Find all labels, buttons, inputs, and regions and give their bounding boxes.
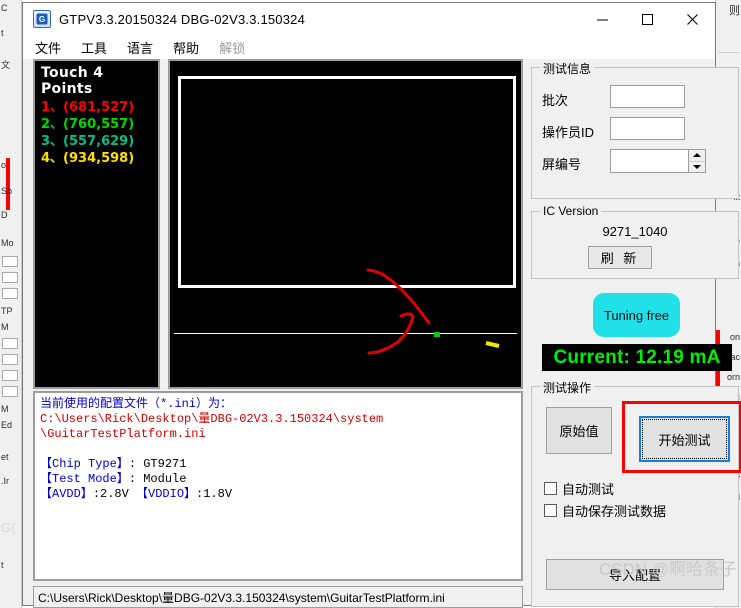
menu-item-tools[interactable]: 工具: [81, 38, 107, 57]
touch-point-4: 4、(934,598): [41, 150, 158, 167]
log-segment: 当前使用的配置文件（*.ini）为：: [40, 397, 233, 411]
touch-point-2-index: 2、: [41, 117, 64, 132]
main-window: G GTPV3.3.20150324 DBG-02V3.3.150324 文件 …: [22, 2, 741, 608]
close-icon[interactable]: [670, 3, 715, 35]
background-window-left[interactable]: C t 文 o Sb D Mo TP M M Ed et .Ir G( t: [0, 0, 22, 608]
menu-item-unlock[interactable]: 解锁: [219, 38, 245, 57]
refresh-button[interactable]: 刷 新: [588, 246, 652, 269]
touch-point-1-coord: (681,527): [63, 100, 135, 115]
spin-up-icon[interactable]: [689, 150, 705, 162]
log-line: 【Test Mode】: Module: [40, 472, 517, 487]
ic-version-group: IC Version 9271_1040 刷 新: [531, 204, 739, 279]
touch-point-3-index: 3、: [41, 134, 64, 149]
menu-item-file[interactable]: 文件: [35, 38, 61, 57]
maximize-icon[interactable]: [625, 3, 670, 35]
tuning-free-button[interactable]: Tuning free: [593, 293, 680, 337]
log-line: 【AVDD】:2.8V 【VDDIO】:1.8V: [40, 487, 517, 502]
touch-trace-canvas[interactable]: [168, 59, 523, 389]
ic-version-value: 9271_1040: [602, 224, 668, 239]
test-info-group: 测试信息 批次 操作员ID 屏编号: [531, 60, 739, 199]
log-segment: 【Chip Type】: [40, 457, 129, 471]
auto-save-checkbox-row[interactable]: 自动保存测试数据: [544, 501, 666, 520]
touch-points-panel: Touch 4 Points 1、(681,527) 2、(760,557) 3…: [33, 59, 160, 389]
auto-test-label: 自动测试: [562, 482, 615, 497]
touch-point-2: 2、(760,557): [41, 116, 158, 133]
log-segment: :2.8V: [92, 487, 137, 501]
touch-point-3: 3、(557,629): [41, 133, 158, 150]
operator-id-label: 操作员ID: [542, 125, 595, 140]
log-segment: \GuitarTestPlatform.ini: [40, 427, 206, 441]
svg-text:G: G: [39, 15, 45, 24]
menu-bar: 文件 工具 语言 帮助 解锁: [23, 35, 715, 59]
log-output[interactable]: 当前使用的配置文件（*.ini）为： C:\Users\Rick\Desktop\…: [33, 391, 523, 581]
original-value-button[interactable]: 原始值: [546, 407, 612, 454]
log-line: 【Chip Type】: GT9271: [40, 457, 517, 472]
auto-save-checkbox[interactable]: [544, 504, 557, 517]
touch-trace-strokes: [366, 268, 500, 355]
title-bar[interactable]: G GTPV3.3.20150324 DBG-02V3.3.150324: [23, 3, 715, 35]
log-segment: : GT9271: [128, 457, 187, 471]
log-segment: 【Test Mode】: [40, 472, 129, 486]
app-icon: G: [33, 10, 51, 28]
auto-test-checkbox-row[interactable]: 自动测试: [544, 479, 614, 498]
start-test-button[interactable]: 开始测试: [639, 416, 730, 462]
start-test-highlight: 开始测试: [622, 401, 741, 473]
screen-no-input[interactable]: [611, 150, 689, 172]
log-segment: 【VDDIO】: [136, 487, 197, 501]
menu-item-language[interactable]: 语言: [127, 38, 153, 57]
log-line: 当前使用的配置文件（*.ini）为：: [40, 397, 517, 412]
batch-label: 批次: [542, 93, 569, 108]
batch-input[interactable]: [610, 85, 685, 108]
touch-point-1-index: 1、: [41, 100, 64, 115]
status-bar-path: C:\Users\Rick\Desktop\量DBG-02V3.3.150324…: [38, 590, 445, 605]
csdn-watermark: CSDN @啊哈条子: [598, 560, 737, 579]
minimize-icon[interactable]: [580, 3, 625, 35]
ic-version-group-title: IC Version: [540, 204, 602, 218]
auto-test-checkbox[interactable]: [544, 482, 557, 495]
touch-point-3-coord: (557,629): [63, 134, 135, 149]
window-title: GTPV3.3.20150324 DBG-02V3.3.150324: [59, 11, 306, 27]
spin-down-icon[interactable]: [689, 161, 705, 172]
touch-point-4-index: 4、: [41, 151, 64, 166]
auto-save-label: 自动保存测试数据: [562, 504, 667, 519]
touch-point-2-coord: (760,557): [63, 117, 135, 132]
screen-no-spin-buttons: [688, 150, 705, 172]
window-controls: [580, 3, 715, 35]
touch-point-1: 1、(681,527): [41, 99, 158, 116]
log-line: C:\Users\Rick\Desktop\量DBG-02V3.3.150324…: [40, 412, 517, 427]
background-red-marker: [6, 158, 10, 210]
log-segment: :1.8V: [196, 487, 233, 501]
log-segment: : Module: [128, 472, 187, 486]
log-line: \GuitarTestPlatform.ini: [40, 427, 517, 442]
log-segment: C:\Users\Rick\Desktop\量DBG-02V3.3.150324…: [40, 412, 384, 426]
screen-no-label: 屏编号: [542, 157, 582, 172]
screen-no-stepper[interactable]: [610, 149, 706, 173]
screen: C t 文 o Sb D Mo TP M M Ed et .Ir G( t 则 …: [0, 0, 741, 608]
operator-id-input[interactable]: [610, 117, 685, 140]
log-segment: 【AVDD】: [40, 487, 93, 501]
client-area: Touch 4 Points 1、(681,527) 2、(760,557) 3…: [23, 59, 741, 608]
test-operation-group-title: 测试操作: [540, 379, 595, 396]
touch-points-title: Touch 4 Points: [41, 65, 104, 97]
menu-item-help[interactable]: 帮助: [173, 38, 199, 57]
test-info-group-title: 测试信息: [540, 60, 595, 77]
status-bar: C:\Users\Rick\Desktop\量DBG-02V3.3.150324…: [33, 586, 523, 608]
touch-point-4-coord: (934,598): [63, 151, 135, 166]
current-readout: Current: 12.19 mA: [542, 344, 732, 371]
